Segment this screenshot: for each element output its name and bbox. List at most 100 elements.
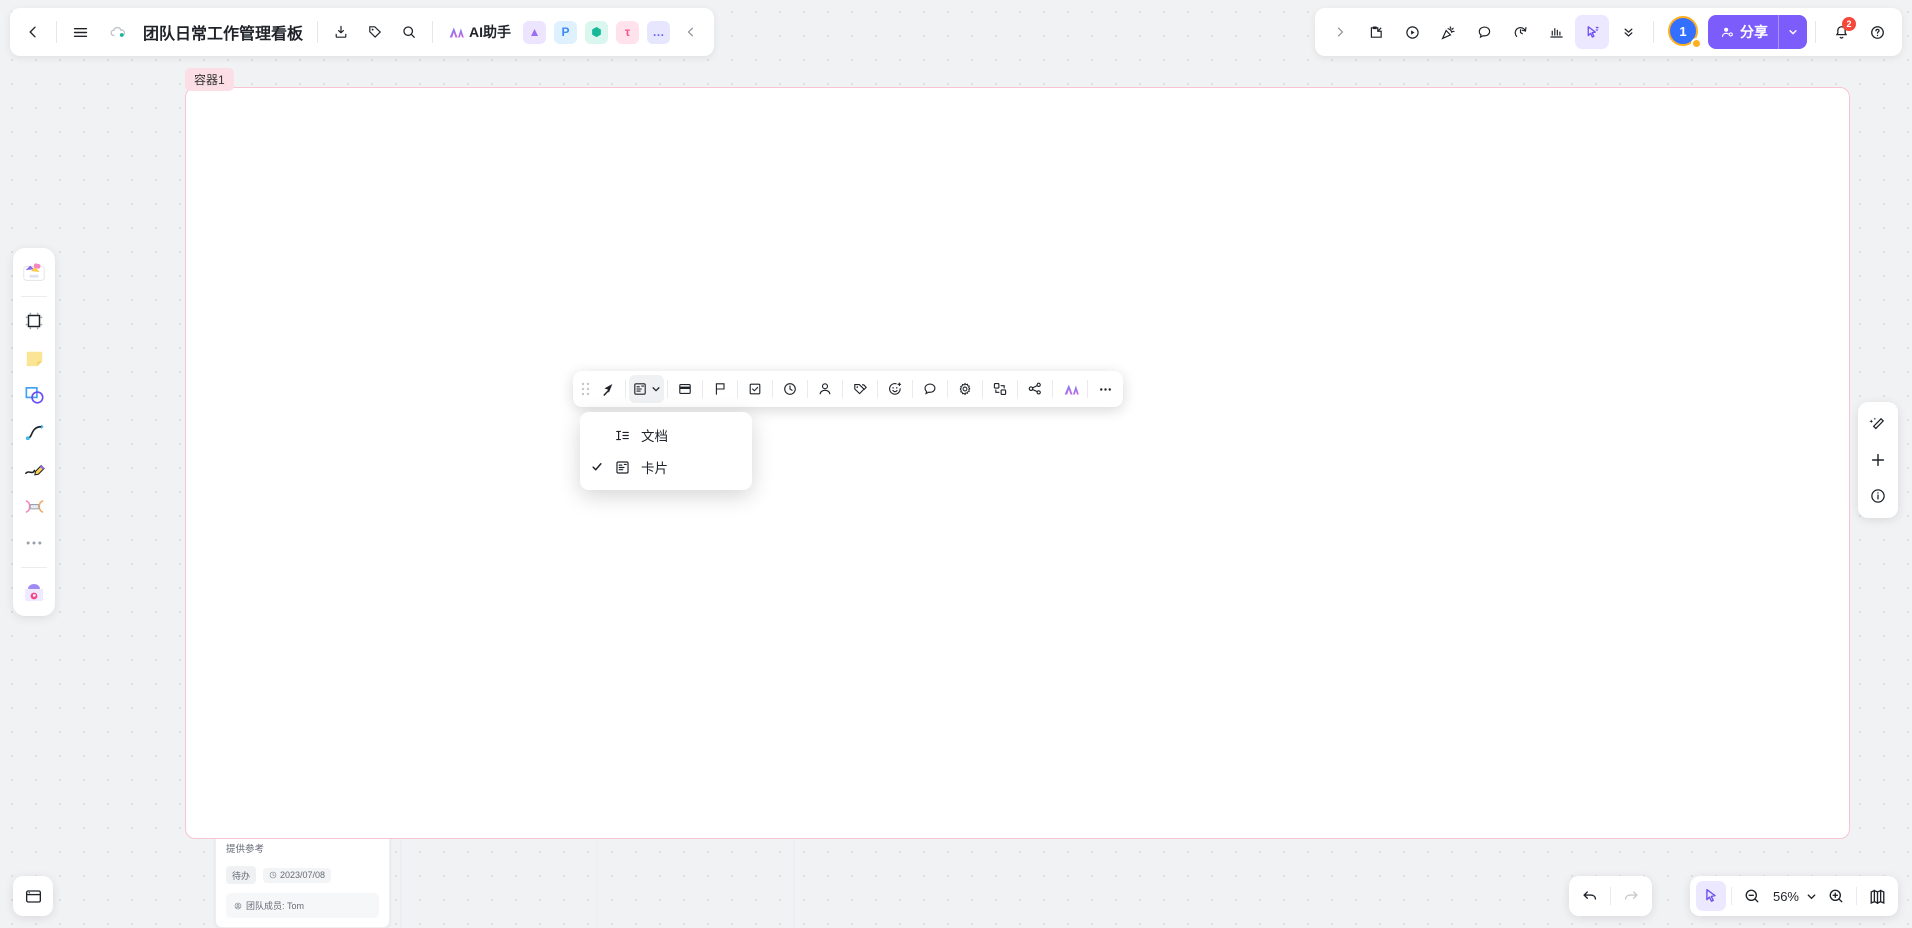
sidebar-item-sticky[interactable]	[17, 341, 51, 375]
image-app-icon[interactable]: ▲	[523, 20, 547, 44]
toolbar-member-button[interactable]	[811, 375, 839, 403]
collapse-toolbar-button[interactable]	[674, 15, 708, 49]
chevron-down-icon	[1789, 30, 1797, 35]
divider	[1653, 21, 1654, 43]
celebrate-button[interactable]	[1431, 15, 1465, 49]
sidebar-item-more[interactable]	[17, 526, 51, 560]
toolbar-comment-button[interactable]	[916, 375, 944, 403]
shapes-icon	[25, 386, 44, 404]
zoom-in-button[interactable]	[1821, 881, 1851, 911]
flag-icon	[715, 383, 725, 395]
help-button[interactable]	[1860, 15, 1894, 49]
toolbar-share-button[interactable]	[1021, 375, 1049, 403]
comment-app-icon[interactable]: …	[647, 20, 671, 44]
frame-icon	[25, 312, 43, 330]
download-button[interactable]	[324, 15, 358, 49]
card-assignee[interactable]: 团队成员: Tom	[226, 893, 379, 919]
divider	[1087, 380, 1088, 398]
pages-icon	[25, 889, 41, 903]
sidebar-item-frame[interactable]	[17, 304, 51, 338]
tag-button[interactable]	[358, 15, 392, 49]
status-badge[interactable]: 待办	[226, 866, 257, 885]
sidebar-item-pen[interactable]	[17, 452, 51, 486]
right-panel-magic[interactable]	[1862, 408, 1894, 440]
toolbar-checkbox-button[interactable]	[741, 375, 769, 403]
share-button[interactable]: 分享	[1708, 15, 1807, 49]
chart-button[interactable]	[1539, 15, 1573, 49]
download-icon	[335, 25, 347, 38]
magic-wand-icon	[1869, 417, 1885, 430]
menu-item-document[interactable]: 文档	[580, 419, 752, 451]
toolbar-clock-button[interactable]	[776, 375, 804, 403]
tag-icon	[854, 384, 867, 395]
share-dropdown-button[interactable]	[1778, 15, 1807, 49]
right-panel-add[interactable]	[1862, 444, 1894, 476]
comment-icon	[924, 383, 936, 395]
menu-item-card[interactable]: 卡片	[580, 451, 752, 483]
search-button[interactable]	[392, 15, 426, 49]
undo-button[interactable]	[1575, 881, 1605, 911]
notification-button[interactable]: 2	[1824, 15, 1858, 49]
toolbar-flag-button[interactable]	[706, 375, 734, 403]
sidebar-item-connector[interactable]	[17, 415, 51, 449]
redo-button[interactable]	[1616, 881, 1646, 911]
chevron-double-down-icon	[1624, 28, 1632, 37]
toolbar-convert-button[interactable]	[986, 375, 1014, 403]
toolbar-settings-button[interactable]	[951, 375, 979, 403]
pages-button[interactable]	[13, 876, 53, 916]
zoom-dropdown-button[interactable]	[1801, 881, 1821, 911]
divider	[667, 380, 668, 398]
flowchart-app-icon[interactable]: τ	[616, 20, 640, 44]
toolbar-tag-button[interactable]	[846, 375, 874, 403]
divider	[772, 380, 773, 398]
sidebar-item-table[interactable]	[17, 489, 51, 523]
toolbar-ai-button[interactable]	[1056, 375, 1084, 403]
comment-button[interactable]	[1467, 15, 1501, 49]
back-button[interactable]	[16, 15, 50, 49]
divider	[737, 380, 738, 398]
presentation-app-icon[interactable]: P	[554, 20, 578, 44]
curve-connector-icon	[25, 423, 44, 440]
frame-label[interactable]: 容器1	[185, 68, 234, 91]
more-tools-button[interactable]	[1611, 15, 1645, 49]
mindmap-app-icon[interactable]: ⬢	[585, 20, 609, 44]
play-button[interactable]	[1395, 15, 1429, 49]
cursor-tool-button[interactable]	[1575, 15, 1609, 49]
share-node-icon	[1028, 382, 1041, 395]
toolbar-layout-button[interactable]	[629, 375, 664, 403]
timer-button[interactable]	[1503, 15, 1537, 49]
cloud-sync-status[interactable]	[101, 15, 135, 49]
cursor-select-icon	[1587, 25, 1598, 38]
sidebar-item-templates[interactable]	[17, 255, 51, 289]
sticky-note-icon	[26, 351, 42, 366]
card-date[interactable]: 2023/07/08	[263, 867, 332, 883]
chart-icon	[1549, 27, 1563, 38]
toolbar-more-button[interactable]	[1091, 375, 1119, 403]
frame-container[interactable]	[185, 87, 1850, 839]
document-title[interactable]: 团队日常工作管理看板	[135, 20, 311, 44]
expand-toolbar-button[interactable]	[1323, 15, 1357, 49]
right-panel-info[interactable]	[1862, 480, 1894, 512]
minimap-button[interactable]	[1862, 881, 1892, 911]
sticky-note-button[interactable]	[1359, 15, 1393, 49]
menu-button[interactable]	[63, 15, 97, 49]
divider	[1017, 380, 1018, 398]
divider	[317, 21, 319, 43]
avatar[interactable]: 1	[1668, 16, 1702, 49]
doc-layout-icon	[616, 430, 629, 440]
ai-assistant-button[interactable]: AI助手	[439, 17, 519, 47]
chevron-down-icon	[1807, 893, 1815, 899]
sidebar-item-shapes[interactable]	[17, 378, 51, 412]
checkbox-icon	[749, 383, 761, 395]
zoom-level-value[interactable]: 56%	[1767, 889, 1801, 904]
cursor-tool-button[interactable]	[1695, 881, 1726, 911]
toolbar-cover-button[interactable]	[671, 375, 699, 403]
notification-badge: 2	[1842, 17, 1856, 31]
drag-handle-icon[interactable]	[577, 381, 594, 397]
cover-icon	[679, 384, 691, 394]
zoom-out-button[interactable]	[1737, 881, 1767, 911]
toolbar-move-button[interactable]	[594, 375, 622, 403]
sidebar-item-toolbox[interactable]	[17, 575, 51, 609]
right-float-panel	[1858, 402, 1898, 518]
toolbar-emoji-button[interactable]	[881, 375, 909, 403]
